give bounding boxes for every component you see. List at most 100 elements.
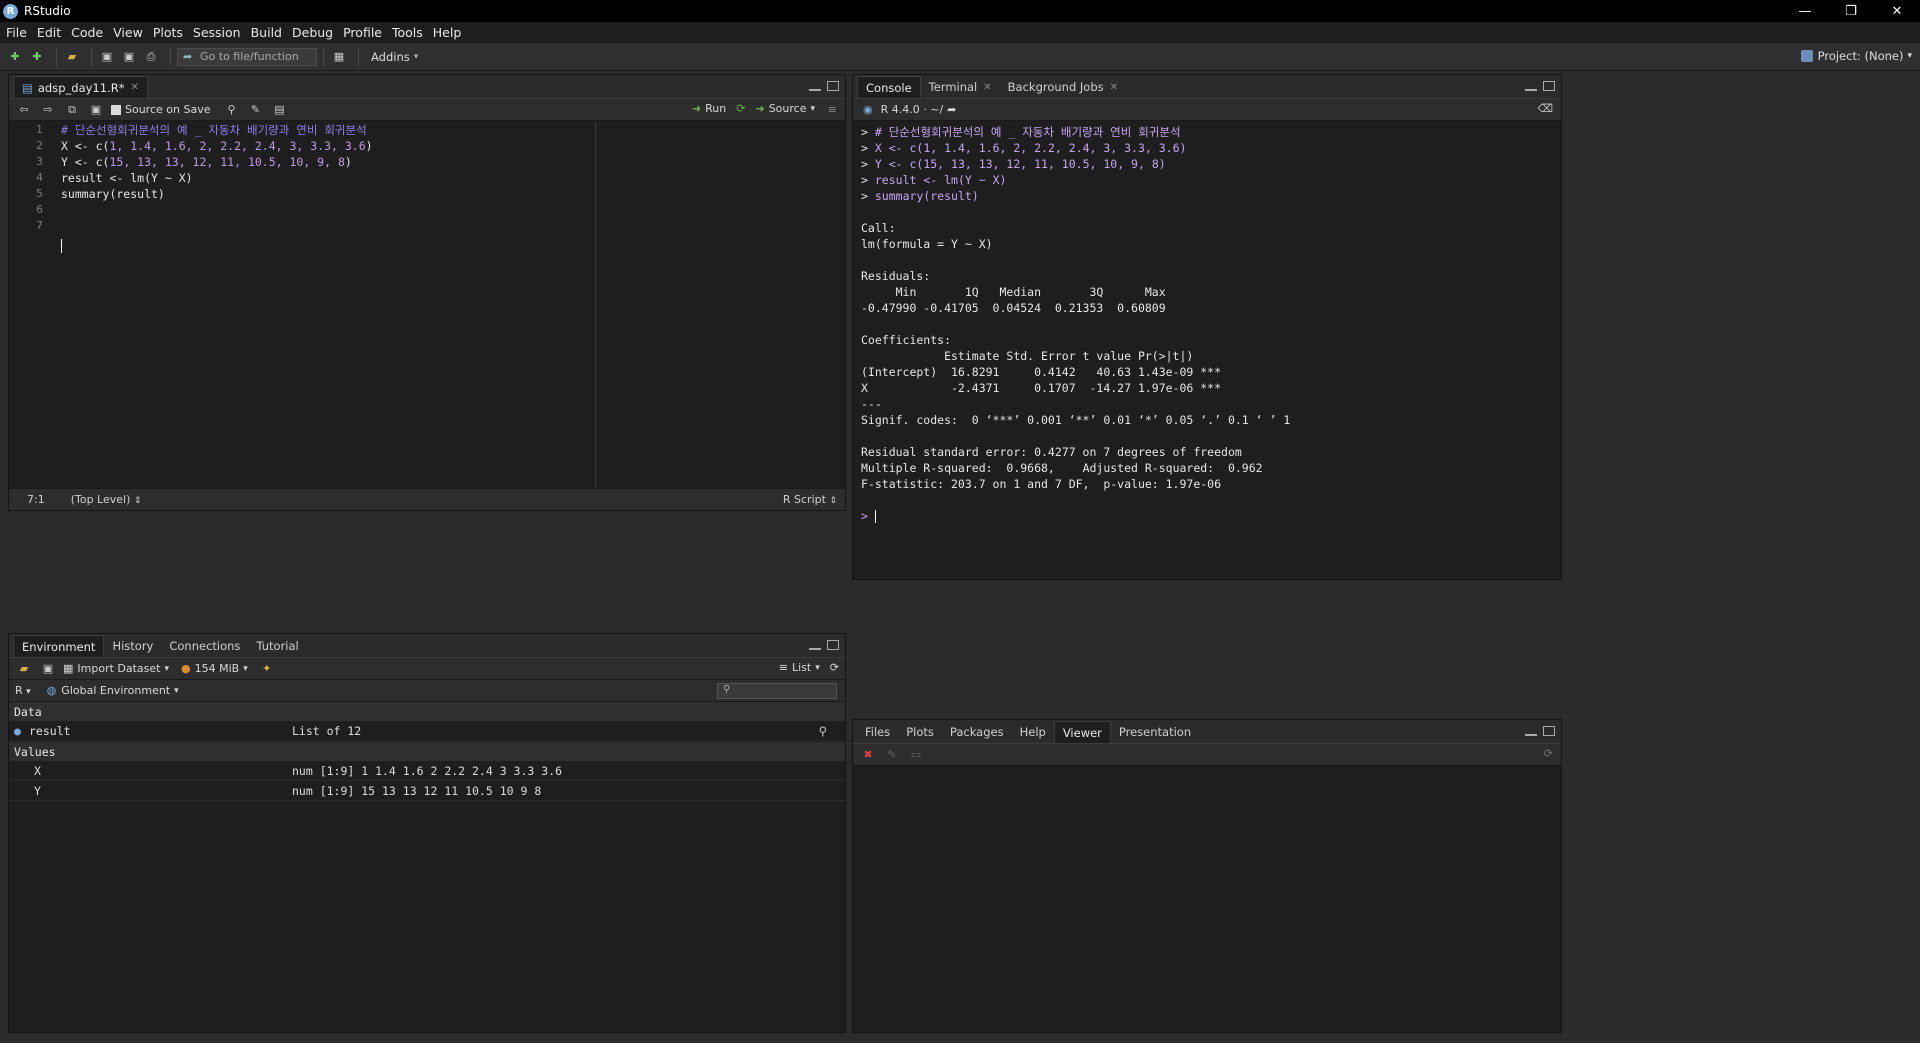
maximize-pane-icon[interactable] (1543, 726, 1555, 736)
run-button[interactable]: ➜ Run (692, 102, 726, 115)
maximize-pane-icon[interactable] (1543, 81, 1555, 91)
env-row-result[interactable]: ● result List of 12 ⚲ (9, 722, 845, 741)
close-tab-icon[interactable]: ✕ (130, 82, 138, 93)
refresh-viewer-icon[interactable]: ⟳ (1544, 747, 1553, 760)
tab-tutorial[interactable]: Tutorial (248, 635, 306, 657)
menu-session[interactable]: Session (193, 25, 241, 40)
close-tab-icon[interactable]: ✕ (1110, 82, 1118, 93)
minimize-pane-icon[interactable] (809, 647, 821, 650)
refresh-icon[interactable]: ⟳ (830, 661, 839, 674)
load-workspace-icon[interactable]: ▰ (15, 661, 33, 677)
scope-selector[interactable]: (Top Level) ⇕ (71, 493, 142, 506)
maximize-pane-icon[interactable] (827, 640, 839, 650)
memory-usage-button[interactable]: ● 154 MiB ▾ (181, 662, 248, 675)
goto-file-function-input[interactable]: ➦ Go to file/function (177, 47, 317, 66)
console-input-line: > X <- c(1, 1.4, 1.6, 2, 2.2, 2.4, 3, 3.… (861, 140, 1553, 156)
save-icon[interactable]: ▣ (87, 102, 105, 118)
save-workspace-icon[interactable]: ▣ (39, 661, 57, 677)
tab-background-jobs[interactable]: Background Jobs ✕ (1000, 76, 1126, 98)
console-command: X <- c(1, 1.4, 1.6, 2, 2.2, 2.4, 3, 3.3,… (874, 141, 1187, 155)
tab-environment[interactable]: Environment (13, 635, 105, 657)
menu-code[interactable]: Code (71, 25, 103, 40)
back-icon[interactable]: ⇦ (15, 102, 33, 118)
remove-viewer-icon[interactable]: ✖ (859, 747, 877, 763)
code-token: ) (344, 155, 352, 169)
view-mode-selector[interactable]: ≡ List ▾ (779, 661, 820, 674)
open-file-icon[interactable]: ▰ (63, 49, 81, 65)
minimize-pane-icon[interactable] (1525, 88, 1537, 91)
minimize-pane-icon[interactable] (1525, 733, 1537, 736)
output-line: Residual standard error: 0.4277 on 7 deg… (861, 445, 1242, 459)
save-icon[interactable]: ▣ (98, 49, 116, 65)
environment-search-input[interactable]: ⚲ (717, 683, 837, 699)
menu-profile[interactable]: Profile (343, 25, 382, 40)
restore-icon[interactable]: ❐ (1828, 0, 1874, 22)
pane-layout-icon[interactable]: ▦ (330, 49, 348, 65)
addins-menu[interactable]: Addins (371, 50, 410, 64)
magic-wand-icon[interactable]: ✎ (246, 102, 264, 118)
tab-presentation[interactable]: Presentation (1111, 721, 1199, 743)
expand-icon[interactable]: ● (14, 724, 21, 738)
console-output[interactable]: > # 단순선형회귀분석의 예 _ 자동차 배기량과 연비 회귀분석 > X <… (861, 124, 1553, 524)
prompt: > (861, 173, 868, 187)
clear-console-icon[interactable]: ⌫ (1537, 102, 1553, 115)
variable-name: X (34, 764, 41, 778)
source-button[interactable]: ➜ Source ▾ (755, 102, 815, 115)
inspect-search-icon[interactable]: ⚲ (819, 724, 827, 738)
language-selector[interactable]: R ▾ (15, 684, 31, 697)
tab-label: Background Jobs (1007, 80, 1104, 94)
tab-connections[interactable]: Connections (161, 635, 248, 657)
filetype-selector[interactable]: R Script ⇕ (783, 493, 837, 506)
menu-view[interactable]: View (113, 25, 143, 40)
menu-tools[interactable]: Tools (392, 25, 423, 40)
tab-files[interactable]: Files (857, 721, 898, 743)
show-in-window-icon[interactable]: ⧉ (63, 102, 81, 118)
menu-plots[interactable]: Plots (153, 25, 183, 40)
menu-build[interactable]: Build (251, 25, 282, 40)
console-prompt-line[interactable]: > (861, 508, 1553, 524)
brush-icon[interactable]: ✎ (883, 747, 901, 763)
menu-debug[interactable]: Debug (292, 25, 333, 40)
environment-tabs: Environment History Connections Tutorial (9, 634, 845, 658)
close-icon[interactable]: ✕ (1874, 0, 1920, 22)
env-row-x[interactable]: X num [1:9] 1 1.4 1.6 2 2.2 2.4 3 3.3 3.… (9, 762, 845, 781)
tab-history[interactable]: History (104, 635, 161, 657)
search-icon[interactable]: ⚲ (222, 102, 240, 118)
export-icon[interactable]: ▭ (907, 747, 925, 763)
tab-viewer[interactable]: Viewer (1053, 721, 1111, 743)
menu-file[interactable]: File (6, 25, 27, 40)
project-menu[interactable]: Project: (None) ▾ (1800, 49, 1912, 63)
compile-report-icon[interactable]: ▤ (270, 102, 288, 118)
share-arrow-icon[interactable]: ➦ (947, 103, 956, 116)
import-dataset-button[interactable]: ▦ Import Dataset ▾ (63, 662, 169, 675)
new-project-icon[interactable]: ✚ (28, 49, 46, 65)
menu-help[interactable]: Help (433, 25, 462, 40)
source-on-save-checkbox[interactable] (111, 104, 121, 115)
forward-icon[interactable]: ⇨ (39, 102, 57, 118)
code-editor[interactable]: 1 2 3 4 5 6 7 # 단순선형회귀분석의 예 _ 자동차 배기량과 연… (9, 122, 845, 488)
tab-plots[interactable]: Plots (898, 721, 942, 743)
code-line: summary(result) (61, 187, 165, 201)
maximize-pane-icon[interactable] (827, 81, 839, 91)
environment-scope-selector[interactable]: ◍ Global Environment ▾ (47, 684, 179, 697)
tab-packages[interactable]: Packages (942, 721, 1012, 743)
tab-terminal[interactable]: Terminal ✕ (921, 76, 1000, 98)
print-icon[interactable]: ⎙ (142, 49, 160, 65)
tab-help[interactable]: Help (1012, 721, 1054, 743)
close-tab-icon[interactable]: ✕ (983, 82, 991, 93)
output-line: Call: (861, 221, 896, 235)
save-all-icon[interactable]: ▣ (120, 49, 138, 65)
menu-edit[interactable]: Edit (37, 25, 61, 40)
outline-icon[interactable]: ≡ (828, 103, 837, 116)
toolbar-divider (323, 47, 324, 66)
rerun-icon[interactable]: ⟳ (736, 102, 745, 115)
minimize-icon[interactable]: — (1782, 0, 1828, 22)
env-row-y[interactable]: Y num [1:9] 15 13 13 12 11 10.5 10 9 8 (9, 782, 845, 801)
tab-console[interactable]: Console (857, 76, 921, 98)
pane-controls (1525, 726, 1555, 736)
tab-label: Files (865, 725, 891, 739)
tab-adsp-day11[interactable]: ▤ adsp_day11.R* ✕ (13, 76, 148, 98)
clear-workspace-icon[interactable]: ✦ (258, 661, 276, 677)
minimize-pane-icon[interactable] (809, 88, 821, 91)
new-file-icon[interactable]: ✚ (6, 49, 24, 65)
